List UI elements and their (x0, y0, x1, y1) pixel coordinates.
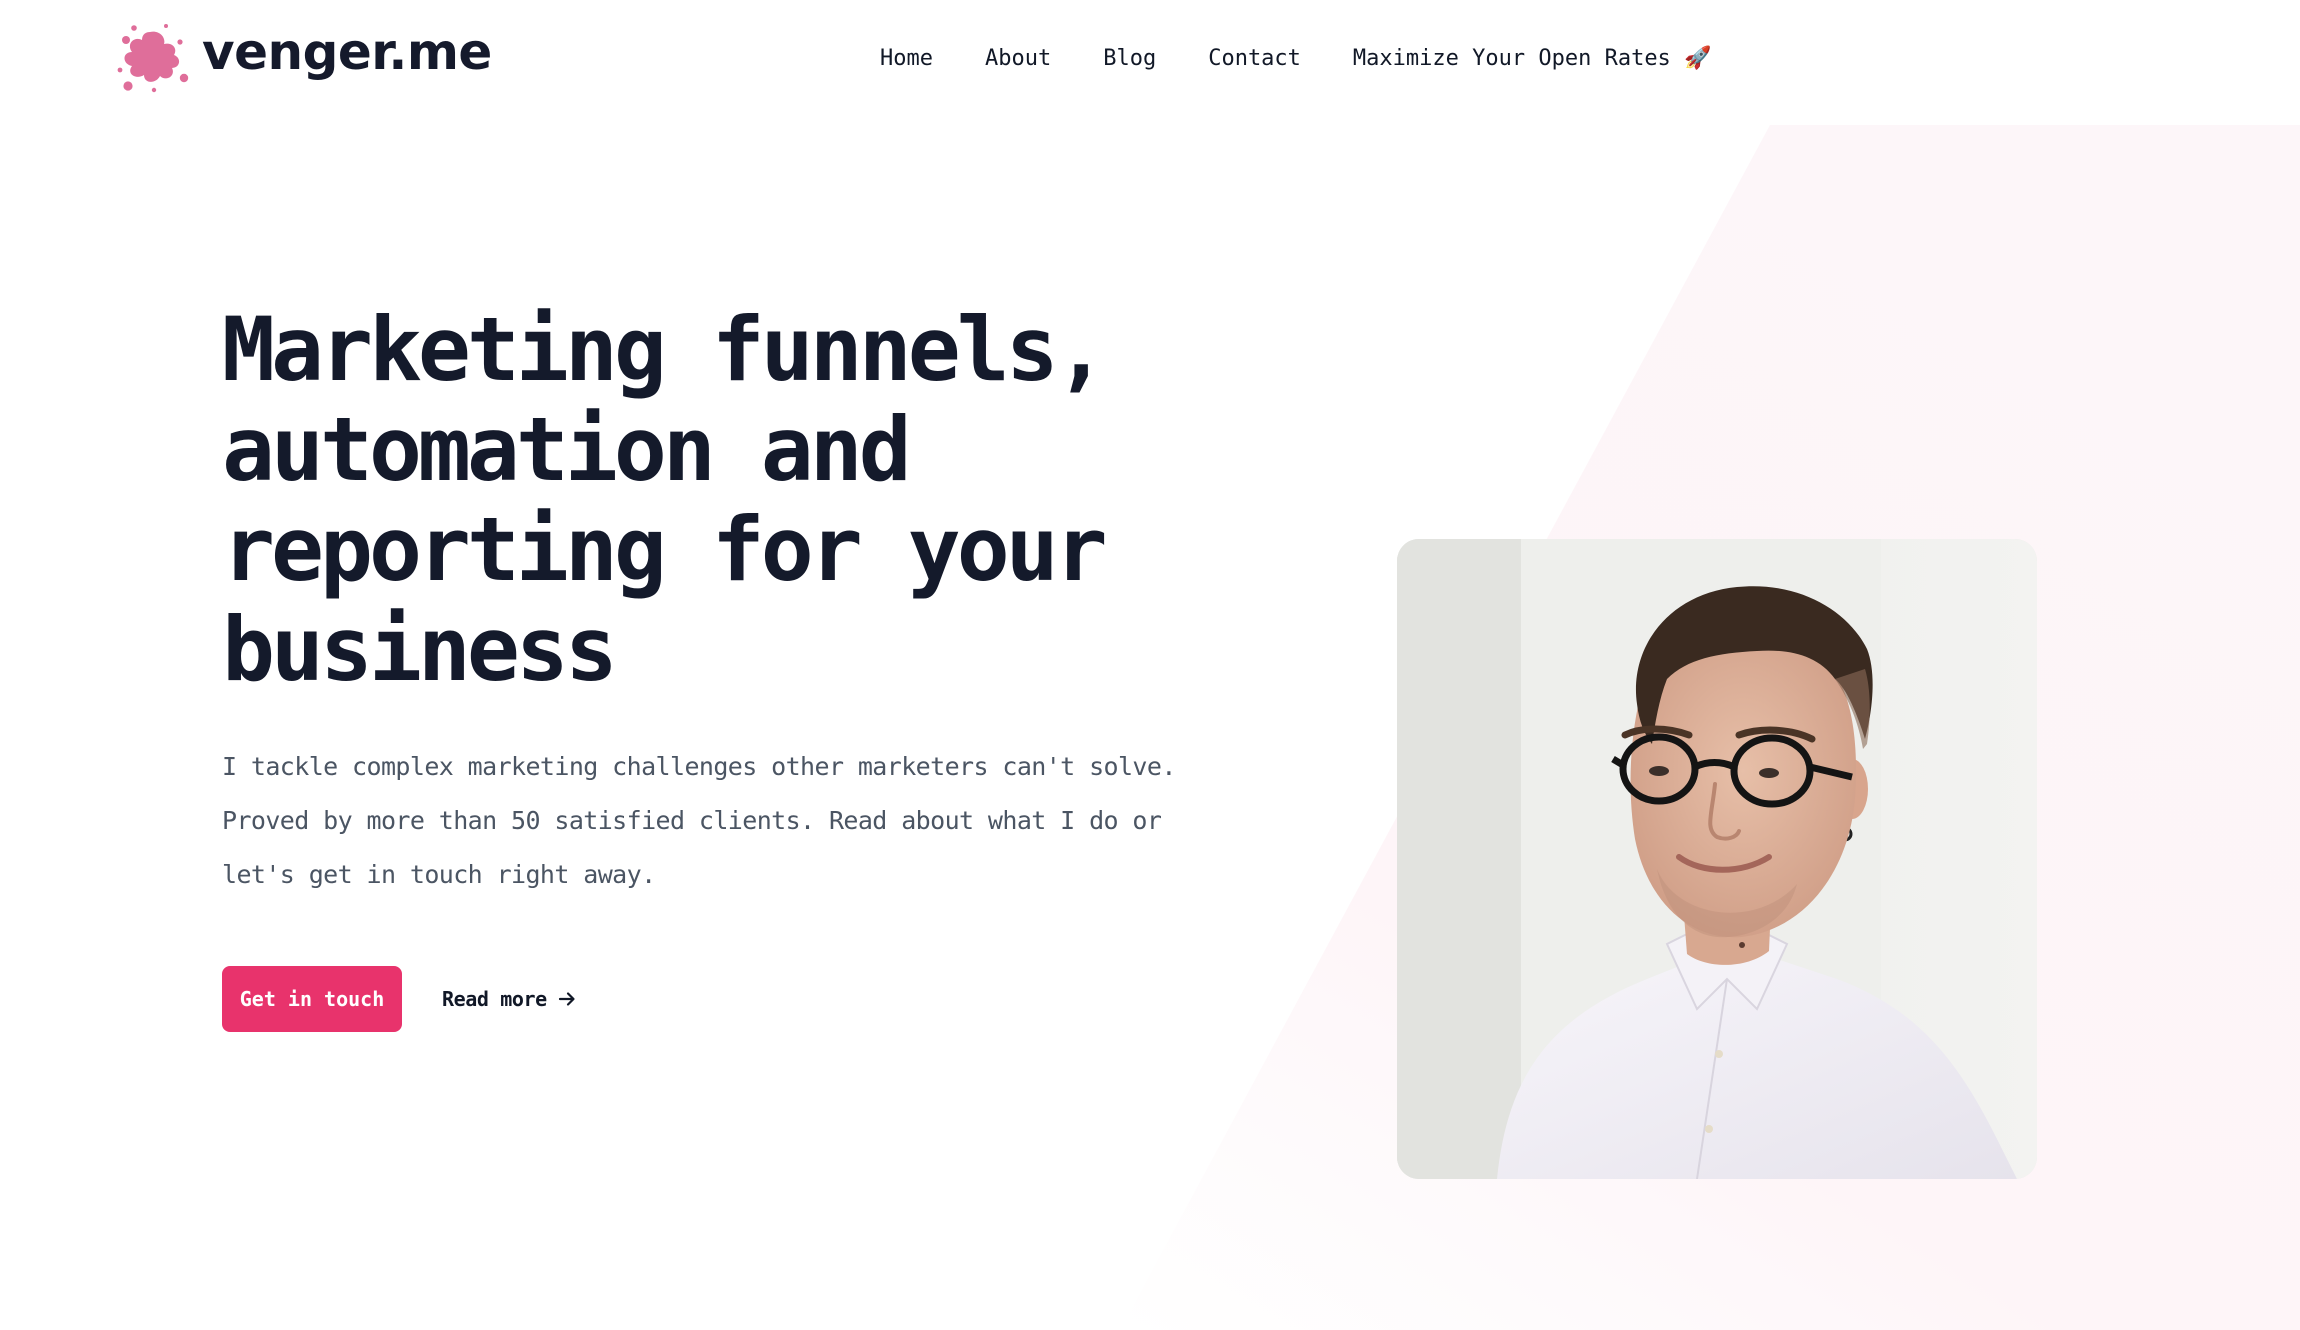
hero-description: I tackle complex marketing challenges ot… (222, 752, 1176, 889)
main-nav: Home About Blog Contact Maximize Your Op… (880, 40, 1711, 76)
nav-item-about[interactable]: About (985, 46, 1051, 71)
nav-item-blog[interactable]: Blog (1103, 46, 1156, 71)
portrait-illustration (1397, 539, 2037, 1179)
get-in-touch-button[interactable]: Get in touch (222, 966, 402, 1032)
portrait-photo (1397, 539, 2037, 1179)
nav-item-contact[interactable]: Contact (1208, 46, 1301, 71)
site-header: venger.me Home About Blog Contact Maximi… (0, 0, 2300, 118)
paint-splash-icon (117, 24, 189, 93)
hero-title: Marketing funnels, automation and report… (222, 298, 1108, 701)
read-more-link[interactable]: Read more (442, 966, 577, 1032)
arrow-right-icon (558, 992, 575, 1006)
nav-item-home[interactable]: Home (880, 46, 933, 71)
logo-link[interactable]: venger.me (114, 20, 492, 96)
nav-item-open-rates[interactable]: Maximize Your Open Rates 🚀 (1353, 46, 1712, 71)
read-more-label: Read more (442, 987, 547, 1011)
page: venger.me Home About Blog Contact Maximi… (0, 0, 2300, 1330)
brand-name: venger.me (202, 23, 492, 81)
